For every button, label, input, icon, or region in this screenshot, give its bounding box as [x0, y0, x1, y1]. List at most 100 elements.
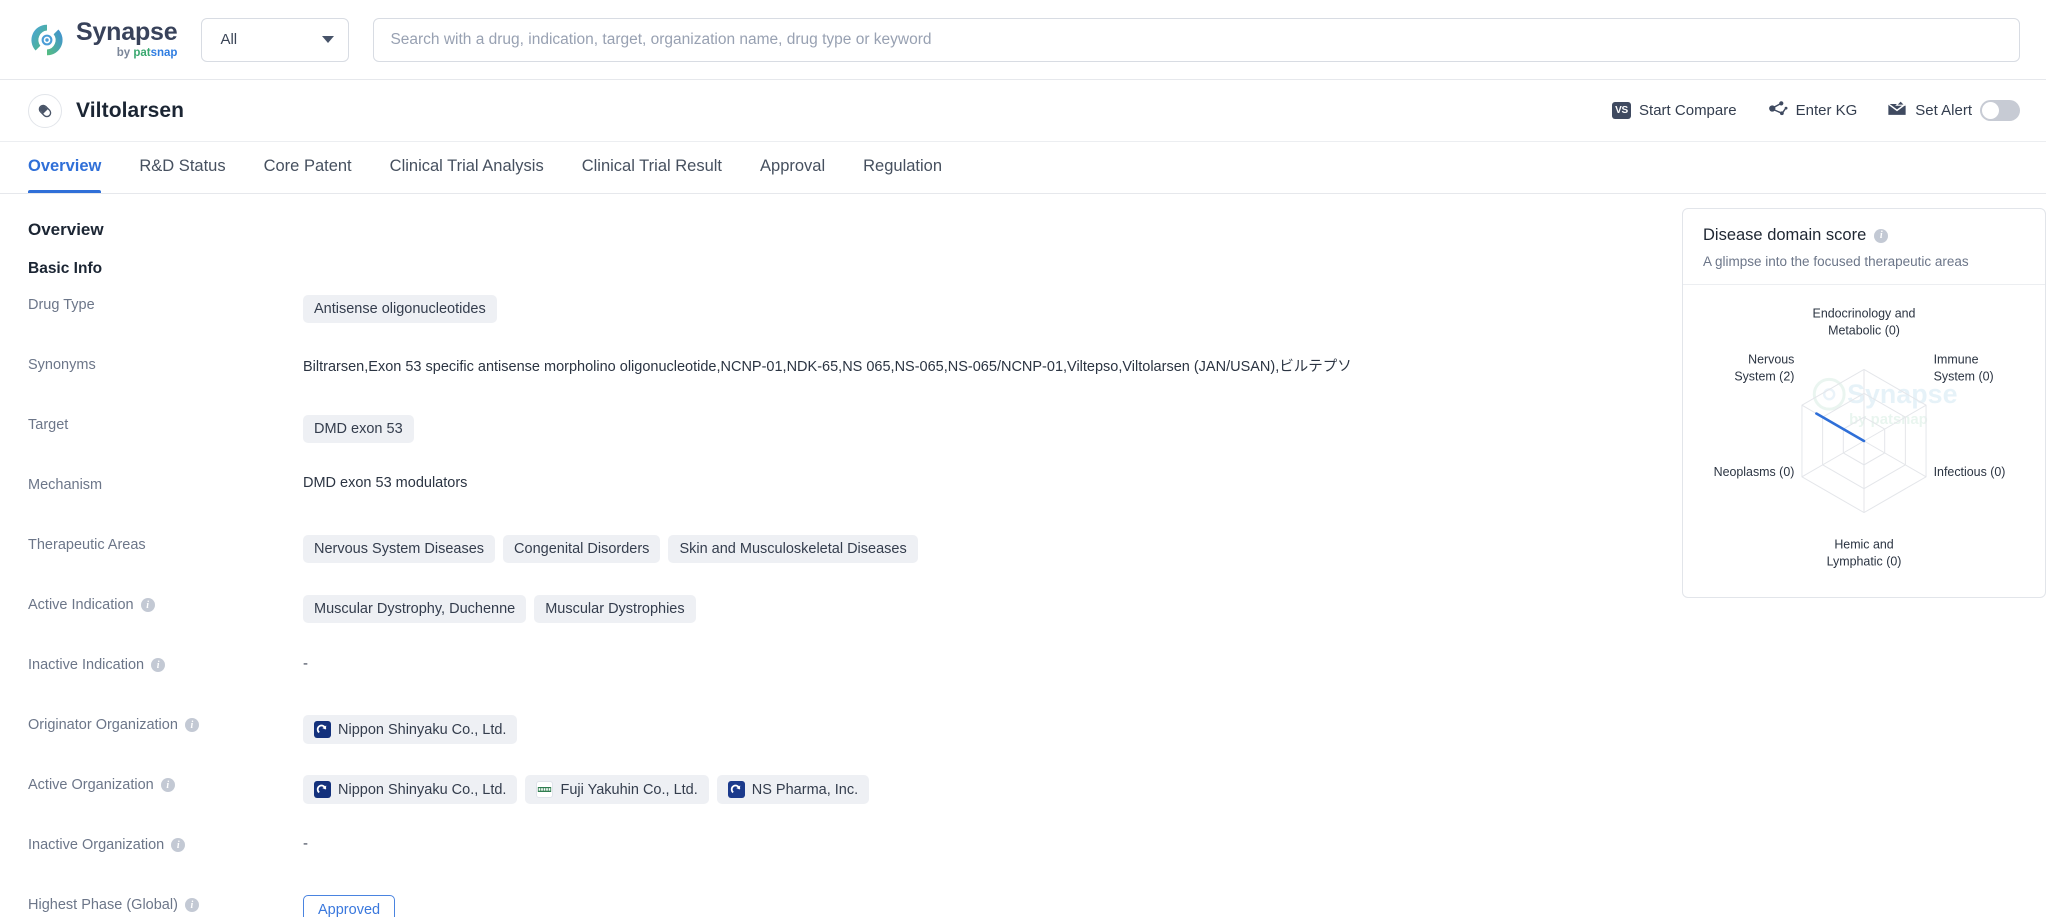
chip-active-org[interactable]: Fuji Yakuhin Co., Ltd.	[525, 775, 709, 804]
tab-label: Core Patent	[263, 157, 352, 175]
row-label: Mechanism	[28, 474, 303, 493]
row-label: Inactive Organization i	[28, 834, 303, 853]
page-title: Viltolarsen	[76, 98, 185, 122]
tab-label: Regulation	[863, 157, 943, 175]
row-value: DMD exon 53 modulators	[303, 474, 1648, 491]
row-value: Nippon Shinyaku Co., Ltd.	[303, 714, 1648, 744]
svg-text:Neoplasms (0): Neoplasms (0)	[1714, 465, 1795, 479]
set-alert-control[interactable]: Set Alert	[1887, 99, 2020, 122]
card-title: Disease domain score i	[1703, 226, 2025, 245]
label-text: Mechanism	[28, 477, 103, 493]
svg-text:Hemic and: Hemic and	[1834, 537, 1893, 551]
search-box[interactable]	[373, 17, 2020, 62]
nippon-shinyaku-logo-icon	[314, 781, 331, 798]
row-label: Synonyms	[28, 354, 303, 373]
svg-text:System (0): System (0)	[1934, 369, 1994, 383]
chip-drug-type[interactable]: Antisense oligonucleotides	[303, 295, 497, 323]
logo-tagline: by patsnap	[116, 46, 178, 59]
tab-overview[interactable]: Overview	[28, 142, 102, 193]
info-icon[interactable]: i	[160, 778, 175, 792]
set-alert-toggle[interactable]	[1980, 100, 2020, 121]
row-value: Nervous System Diseases Congenital Disor…	[303, 534, 1648, 563]
tab-label: Approval	[760, 157, 826, 175]
tab-rd-status[interactable]: R&D Status	[139, 142, 225, 193]
disease-domain-score-card: Disease domain score i A glimpse into th…	[1682, 208, 2046, 598]
info-icon[interactable]: i	[184, 898, 199, 912]
card-subtitle: A glimpse into the focused therapeutic a…	[1703, 254, 1969, 269]
tab-label: Clinical Trial Result	[581, 157, 723, 175]
info-icon[interactable]: i	[140, 598, 155, 612]
row-inactive-indication: Inactive Indication i -	[28, 654, 1648, 714]
svg-text:System (2): System (2)	[1734, 369, 1794, 383]
tab-core-patent[interactable]: Core Patent	[264, 142, 352, 193]
highest-phase-badge[interactable]: Approved	[303, 895, 396, 917]
info-icon[interactable]: i	[171, 838, 186, 852]
enter-kg-button[interactable]: Enter KG	[1767, 99, 1857, 123]
tab-bar: Overview R&D Status Core Patent Clinical…	[0, 142, 2046, 194]
chip-active-org[interactable]: NS Pharma, Inc.	[716, 775, 870, 804]
tab-clinical-trial-result[interactable]: Clinical Trial Result	[582, 142, 722, 193]
chevron-down-icon	[322, 36, 335, 43]
search-scope-select[interactable]: All	[201, 17, 350, 62]
row-label: Target	[28, 414, 303, 433]
chip-therapeutic-area[interactable]: Nervous System Diseases	[303, 535, 496, 563]
label-text: Highest Phase (Global)	[28, 897, 178, 913]
knowledge-graph-icon	[1767, 99, 1788, 123]
row-originator-organization: Originator Organization i Nippon Shinyak…	[28, 714, 1648, 774]
versus-icon: VS	[1612, 102, 1632, 119]
label-text: Inactive Indication	[28, 657, 145, 673]
row-highest-phase: Highest Phase (Global) i Approved	[28, 894, 1648, 917]
info-icon[interactable]: i	[151, 658, 166, 672]
search-input[interactable]	[390, 30, 2003, 49]
tab-approval[interactable]: Approval	[760, 142, 825, 193]
capsule-icon	[28, 93, 62, 128]
drug-identity: Viltolarsen	[28, 93, 185, 128]
label-text: Originator Organization	[28, 717, 178, 733]
row-value: Biltrarsen,Exon 53 specific antisense mo…	[303, 354, 1648, 376]
chip-target[interactable]: DMD exon 53	[303, 415, 414, 443]
tab-regulation[interactable]: Regulation	[863, 142, 942, 193]
mechanism-text: DMD exon 53 modulators	[303, 475, 468, 491]
chip-therapeutic-area[interactable]: Skin and Musculoskeletal Diseases	[668, 535, 918, 563]
label-text: Therapeutic Areas	[28, 537, 146, 553]
row-value: Antisense oligonucleotides	[303, 294, 1648, 323]
alert-mail-icon	[1887, 99, 1907, 122]
row-therapeutic-areas: Therapeutic Areas Nervous System Disease…	[28, 534, 1648, 594]
chip-active-indication[interactable]: Muscular Dystrophy, Duchenne	[303, 595, 527, 623]
radar-chart-svg: Synapse by patsnap Endocrinology and Met…	[1714, 307, 2006, 569]
row-value: DMD exon 53	[303, 414, 1648, 443]
basic-info-table: Drug Type Antisense oligonucleotides Syn…	[28, 294, 1648, 917]
row-drug-type: Drug Type Antisense oligonucleotides	[28, 294, 1648, 354]
row-label: Originator Organization i	[28, 714, 303, 733]
row-inactive-organization: Inactive Organization i -	[28, 834, 1648, 894]
top-bar: Synapse by patsnap All	[0, 0, 2046, 80]
start-compare-button[interactable]: VS Start Compare	[1612, 102, 1737, 119]
chip-therapeutic-area[interactable]: Congenital Disorders	[503, 535, 661, 563]
row-label: Therapeutic Areas	[28, 534, 303, 553]
synapse-swirl-icon	[28, 21, 66, 59]
info-icon[interactable]: i	[184, 718, 199, 732]
synapse-logo[interactable]: Synapse by patsnap	[28, 19, 178, 60]
inactive-indication-value: -	[303, 655, 308, 672]
org-name: NS Pharma, Inc.	[751, 781, 859, 798]
fuji-yakuhin-logo-icon	[536, 781, 554, 798]
tab-clinical-trial-analysis[interactable]: Clinical Trial Analysis	[390, 142, 544, 193]
chip-active-org[interactable]: Nippon Shinyaku Co., Ltd.	[303, 775, 518, 804]
synonyms-text: Biltrarsen,Exon 53 specific antisense mo…	[303, 359, 1352, 375]
ns-pharma-logo-icon	[727, 781, 745, 798]
row-label: Drug Type	[28, 294, 303, 313]
svg-text:Infectious (0): Infectious (0)	[1934, 465, 2006, 479]
overview-content: Overview Basic Info Drug Type Antisense …	[0, 194, 2046, 917]
chip-originator-org[interactable]: Nippon Shinyaku Co., Ltd.	[303, 715, 518, 744]
row-target: Target DMD exon 53	[28, 414, 1648, 474]
watermark: Synapse by patsnap	[1812, 377, 1958, 428]
row-label: Highest Phase (Global) i	[28, 894, 303, 913]
chip-active-indication[interactable]: Muscular Dystrophies	[534, 595, 696, 623]
header-actions: VS Start Compare Enter KG Set Alert	[1612, 99, 2020, 123]
org-name: Fuji Yakuhin Co., Ltd.	[560, 781, 698, 798]
info-icon[interactable]: i	[1874, 228, 1889, 243]
label-text: Synonyms	[28, 357, 96, 373]
row-value: -	[303, 654, 1648, 672]
row-value: Nippon Shinyaku Co., Ltd. Fuji Yakuhin C…	[303, 774, 1648, 804]
row-active-organization: Active Organization i Nippon Shinyaku Co…	[28, 774, 1648, 834]
